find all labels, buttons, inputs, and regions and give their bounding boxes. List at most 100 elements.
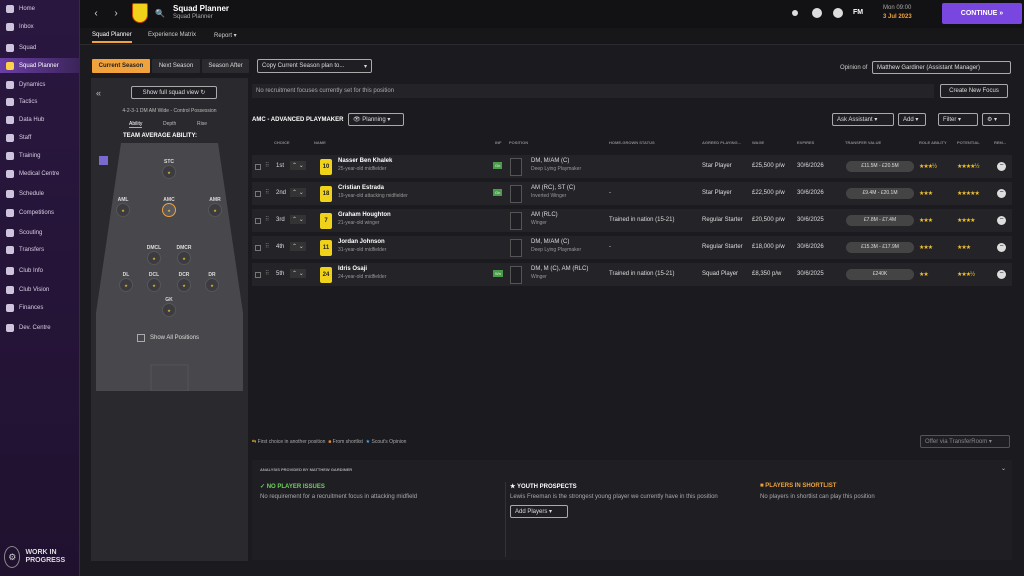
opinion-dropdown[interactable]: Matthew Gardiner (Assistant Manager) (872, 61, 1011, 74)
sidebar-item-club-vision[interactable]: Club Vision (0, 282, 80, 297)
edit-icon[interactable] (792, 10, 798, 16)
position-dr[interactable]: ★ (205, 278, 219, 292)
position-dcl[interactable]: ★ (147, 278, 161, 292)
next-season-button[interactable]: Next Season (152, 59, 200, 73)
sidebar-item-finances[interactable]: Finances (0, 300, 80, 315)
table-row[interactable]: ⠿ 1st ⌃ ⌄ 10 Nasser Ben Khalek 25-year-old mi… (252, 155, 1012, 179)
player-name[interactable]: Cristian Estrada (338, 185, 408, 191)
column-header[interactable]: EXPIRES (797, 140, 814, 145)
drag-handle-icon[interactable]: ⠿ (265, 270, 269, 277)
player-name[interactable]: Nasser Ben Khalek (338, 158, 392, 164)
ask-assistant-dropdown[interactable]: Ask Assistant ▾ (832, 113, 894, 126)
remove-icon[interactable]: − (997, 162, 1006, 171)
drag-handle-icon[interactable]: ⠿ (265, 189, 269, 196)
position-dmcr[interactable]: ★ (177, 251, 191, 265)
sidebar-item-inbox[interactable]: Inbox (0, 19, 80, 34)
player-name-cell[interactable]: Jordan Johnson 31-year-old midfielder (338, 239, 386, 253)
add-dropdown[interactable]: Add ▾ (898, 113, 926, 126)
sidebar-item-medical-centre[interactable]: Medical Centre (0, 166, 80, 181)
sidebar-item-club-info[interactable]: Club Info (0, 263, 80, 278)
position-dmcl[interactable]: ★ (147, 251, 161, 265)
collapse-icon[interactable]: « (96, 88, 101, 98)
tab-ability[interactable]: Ability (129, 121, 143, 128)
sidebar-item-schedule[interactable]: Schedule (0, 186, 80, 201)
row-checkbox[interactable] (255, 245, 261, 251)
season-after-button[interactable]: Season After (202, 59, 249, 73)
tab-rise[interactable]: Rise (197, 121, 207, 127)
choice-stepper[interactable]: ⌃ ⌄ (290, 188, 306, 197)
sidebar-item-dev-centre[interactable]: Dev. Centre (0, 320, 80, 335)
column-header[interactable]: CHOICE (274, 140, 290, 145)
show-full-squad-button[interactable]: Show full squad view ↻ (131, 86, 217, 99)
player-name-cell[interactable]: Cristian Estrada 19-year-old attacking mi… (338, 185, 408, 199)
search-icon[interactable]: 🔍 (152, 6, 168, 22)
chevron-down-icon[interactable]: ⌄ (1001, 465, 1006, 472)
column-header[interactable]: TRANSFER VALUE (845, 140, 881, 145)
copy-plan-dropdown[interactable]: Copy Current Season plan to... ▾ (257, 59, 372, 73)
remove-icon[interactable]: − (997, 243, 1006, 252)
world-icon[interactable] (812, 8, 822, 18)
row-checkbox[interactable] (255, 191, 261, 197)
sidebar-item-scouting[interactable]: Scouting (0, 225, 80, 240)
sidebar-item-transfers[interactable]: Transfers (0, 242, 80, 257)
column-header[interactable]: POTENTIAL (957, 140, 980, 145)
column-header[interactable]: REM... (994, 140, 1006, 145)
player-name-cell[interactable]: Nasser Ben Khalek 25-year-old midfielder (338, 158, 392, 172)
table-row[interactable]: ⠿ 5th ⌃ ⌄ 24 Idris Osaji 24-year-old midfield… (252, 263, 1012, 287)
drag-handle-icon[interactable]: ⠿ (265, 243, 269, 250)
sidebar-item-tactics[interactable]: Tactics (0, 94, 80, 109)
choice-stepper[interactable]: ⌃ ⌄ (290, 242, 306, 251)
sidebar-item-squad[interactable]: Squad (0, 40, 80, 55)
sidebar-item-dynamics[interactable]: Dynamics (0, 77, 80, 92)
position-amc[interactable]: ★ (162, 203, 176, 217)
create-focus-button[interactable]: Create New Focus (940, 84, 1008, 98)
row-checkbox[interactable] (255, 218, 261, 224)
column-header[interactable]: ROLE ABILITY (919, 140, 947, 145)
table-row[interactable]: ⠿ 2nd ⌃ ⌄ 18 Cristian Estrada 19-year-old att… (252, 182, 1012, 206)
table-row[interactable]: ⠿ 4th ⌃ ⌄ 11 Jordan Johnson 31-year-old midfi… (252, 236, 1012, 260)
tab-report[interactable]: Report ▾ (214, 32, 237, 39)
add-players-button[interactable]: Add Players ▾ (510, 505, 568, 518)
remove-icon[interactable]: − (997, 216, 1006, 225)
drag-handle-icon[interactable]: ⠿ (265, 162, 269, 169)
sidebar-item-home[interactable]: Home (0, 1, 80, 16)
remove-icon[interactable]: − (997, 189, 1006, 198)
remove-icon[interactable]: − (997, 270, 1006, 279)
filter-dropdown[interactable]: Filter ▾ (938, 113, 978, 126)
club-crest[interactable] (132, 3, 148, 23)
player-name[interactable]: Idris Osaji (338, 266, 386, 272)
row-checkbox[interactable] (255, 272, 261, 278)
row-checkbox[interactable] (255, 164, 261, 170)
choice-stepper[interactable]: ⌃ ⌄ (290, 215, 306, 224)
column-header[interactable]: NAME (314, 140, 326, 145)
sidebar-item-data-hub[interactable]: Data Hub (0, 112, 80, 127)
choice-stepper[interactable]: ⌃ ⌄ (290, 161, 306, 170)
column-header[interactable]: INF (495, 140, 501, 145)
position-dcr[interactable]: ★ (177, 278, 191, 292)
player-name[interactable]: Graham Houghton (338, 212, 391, 218)
position-amr[interactable]: ★ (208, 203, 222, 217)
sidebar-item-squad-planner[interactable]: Squad Planner (0, 58, 80, 73)
show-all-checkbox[interactable] (137, 334, 145, 342)
tab-squad-planner[interactable]: Squad Planner (92, 32, 132, 43)
tab-depth[interactable]: Depth (163, 121, 176, 127)
position-stc[interactable]: ★ (162, 165, 176, 179)
drag-handle-icon[interactable]: ⠿ (265, 216, 269, 223)
column-header[interactable]: HOME-GROWN STATUS (609, 140, 655, 145)
player-name-cell[interactable]: Idris Osaji 24-year-old midfielder (338, 266, 386, 280)
help-icon[interactable] (833, 8, 843, 18)
planning-dropdown[interactable]: 👁 Planning ▾ (348, 113, 404, 126)
tab-experience-matrix[interactable]: Experience Matrix (148, 32, 196, 38)
column-header[interactable]: AGREED PLAYING... (702, 140, 741, 145)
sidebar-item-training[interactable]: Training (0, 148, 80, 163)
fm-menu[interactable]: FM (853, 9, 863, 16)
column-header[interactable]: WAGE (752, 140, 764, 145)
position-dl[interactable]: ★ (119, 278, 133, 292)
position-aml[interactable]: ★ (116, 203, 130, 217)
player-name[interactable]: Jordan Johnson (338, 239, 386, 245)
current-season-button[interactable]: Current Season (92, 59, 150, 73)
player-name-cell[interactable]: Graham Houghton 21-year-old winger (338, 212, 391, 226)
back-icon[interactable]: ‹ (88, 6, 104, 22)
sidebar-item-staff[interactable]: Staff (0, 130, 80, 145)
table-row[interactable]: ⠿ 3rd ⌃ ⌄ 7 Graham Houghton 21-year-old winge… (252, 209, 1012, 233)
